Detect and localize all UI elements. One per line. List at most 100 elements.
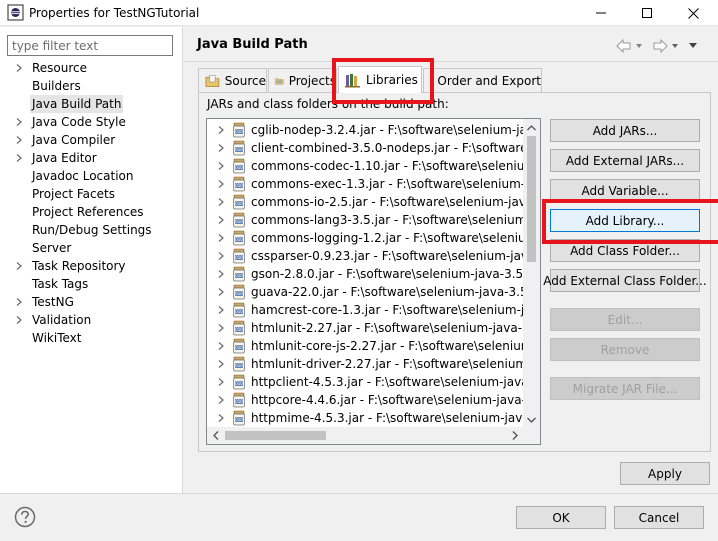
list-item[interactable]: 010 client-combined-3.5.0-nodeps.jar - F:… — [207, 139, 525, 157]
nav-item[interactable]: Project Facets — [0, 185, 182, 203]
chevron-right-icon[interactable] — [216, 269, 226, 279]
nav-item[interactable]: Java Compiler — [0, 131, 182, 149]
chevron-right-icon[interactable] — [216, 179, 226, 189]
remove-button[interactable]: Remove — [550, 338, 700, 361]
chevron-right-icon[interactable] — [14, 117, 24, 127]
vertical-scroll-thumb[interactable] — [527, 136, 536, 262]
chevron-right-icon[interactable] — [14, 297, 24, 307]
cancel-button[interactable]: Cancel — [614, 506, 704, 529]
back-arrow-icon[interactable] — [616, 39, 631, 53]
list-item[interactable]: 010 httpcore-4.4.6.jar - F:\software\sele… — [207, 391, 525, 409]
scroll-left-button[interactable] — [207, 427, 224, 444]
chevron-right-icon[interactable] — [14, 153, 24, 163]
horizontal-scroll-thumb[interactable] — [225, 431, 326, 440]
chevron-right-icon[interactable] — [216, 413, 226, 423]
add-external-jars-button[interactable]: Add External JARs... — [550, 149, 700, 172]
list-item[interactable]: 010 httpmime-4.5.3.jar - F:\software\sele… — [207, 409, 525, 427]
list-item[interactable]: 010 htmlunit-2.27.jar - F:\software\selen… — [207, 319, 525, 337]
list-item[interactable]: 010 cssparser-0.9.23.jar - F:\software\se… — [207, 247, 525, 265]
list-item[interactable]: 010 commons-logging-1.2.jar - F:\software… — [207, 229, 525, 247]
list-item[interactable]: 010 guava-22.0.jar - F:\software\selenium… — [207, 283, 525, 301]
svg-text:010: 010 — [235, 327, 243, 332]
list-item[interactable]: 010 cglib-nodep-3.2.4.jar - F:\software\s… — [207, 121, 525, 139]
nav-item[interactable]: WikiText — [0, 329, 182, 347]
nav-item-label: Java Editor — [32, 151, 97, 165]
nav-item[interactable]: TestNG — [0, 293, 182, 311]
help-icon[interactable] — [14, 506, 36, 528]
chevron-right-icon[interactable] — [216, 197, 226, 207]
nav-item[interactable]: Javadoc Location — [0, 167, 182, 185]
nav-item[interactable]: Server — [0, 239, 182, 257]
add-jars-button[interactable]: Add JARs... — [550, 119, 700, 142]
scroll-right-button[interactable] — [506, 427, 523, 444]
maximize-button[interactable] — [624, 0, 670, 26]
minimize-button[interactable] — [578, 0, 624, 26]
nav-item[interactable]: Task Tags — [0, 275, 182, 293]
horizontal-scrollbar[interactable] — [207, 427, 540, 444]
chevron-right-icon[interactable] — [14, 261, 24, 271]
svg-text:010: 010 — [235, 309, 243, 314]
list-item[interactable]: 010 gson-2.8.0.jar - F:\software\selenium… — [207, 265, 525, 283]
add-class-folder-button[interactable]: Add Class Folder... — [550, 239, 700, 262]
vertical-scrollbar[interactable] — [523, 119, 540, 428]
list-item[interactable]: 010 commons-codec-1.10.jar - F:\software\… — [207, 157, 525, 175]
tab-libraries[interactable]: Libraries — [338, 66, 422, 93]
filter-input[interactable] — [7, 35, 173, 56]
migrate-jar-button[interactable]: Migrate JAR File... — [550, 377, 700, 400]
chevron-right-icon[interactable] — [216, 359, 226, 369]
maximize-icon — [642, 8, 652, 18]
list-item[interactable]: 010 htmlunit-core-js-2.27.jar - F:\softwa… — [207, 337, 525, 355]
back-dropdown-icon[interactable] — [636, 44, 642, 48]
tab-projects[interactable]: Projects — [268, 68, 337, 92]
nav-item[interactable]: Resource — [0, 59, 182, 77]
list-item[interactable]: 010 commons-io-2.5.jar - F:\software\sele… — [207, 193, 525, 211]
tab-source[interactable]: Source — [198, 68, 267, 92]
forward-arrow-icon[interactable] — [653, 39, 668, 53]
list-item[interactable]: 010 commons-exec-1.3.jar - F:\software\se… — [207, 175, 525, 193]
list-item[interactable]: 010 commons-lang3-3.5.jar - F:\software\s… — [207, 211, 525, 229]
chevron-right-icon[interactable] — [216, 287, 226, 297]
page-title: Java Build Path — [197, 37, 308, 52]
scroll-down-button[interactable] — [523, 411, 540, 428]
svg-text:010: 010 — [235, 219, 243, 224]
add-external-class-folder-button[interactable]: Add External Class Folder... — [543, 269, 707, 292]
jar-label: htmlunit-driver-2.27.jar - F:\software\s… — [251, 357, 525, 371]
nav-item[interactable]: Validation — [0, 311, 182, 329]
chevron-right-icon[interactable] — [14, 135, 24, 145]
tab-order-and-export[interactable]: Order and Export — [423, 68, 542, 92]
list-item[interactable]: 010 hamcrest-core-1.3.jar - F:\software\s… — [207, 301, 525, 319]
chevron-right-icon[interactable] — [14, 315, 24, 325]
ok-button[interactable]: OK — [516, 506, 606, 529]
edit-button[interactable]: Edit... — [550, 308, 700, 331]
nav-item[interactable]: Builders — [0, 77, 182, 95]
nav-item[interactable]: Java Build Path — [0, 95, 182, 113]
list-item[interactable]: 010 httpclient-4.5.3.jar - F:\software\se… — [207, 373, 525, 391]
chevron-right-icon[interactable] — [216, 125, 226, 135]
nav-item[interactable]: Project References — [0, 203, 182, 221]
apply-button[interactable]: Apply — [620, 462, 710, 485]
add-variable-button[interactable]: Add Variable... — [550, 179, 700, 202]
chevron-right-icon[interactable] — [216, 251, 226, 261]
nav-item[interactable]: Java Code Style — [0, 113, 182, 131]
chevron-right-icon[interactable] — [216, 215, 226, 225]
chevron-right-icon[interactable] — [216, 341, 226, 351]
chevron-right-icon[interactable] — [216, 395, 226, 405]
nav-item[interactable]: Run/Debug Settings — [0, 221, 182, 239]
list-item[interactable]: 010 htmlunit-driver-2.27.jar - F:\softwar… — [207, 355, 525, 373]
chevron-right-icon[interactable] — [216, 377, 226, 387]
jar-tree[interactable]: 010 cglib-nodep-3.2.4.jar - F:\software\s… — [206, 118, 541, 445]
chevron-right-icon[interactable] — [216, 143, 226, 153]
nav-item[interactable]: Task Repository — [0, 257, 182, 275]
add-library-button[interactable]: Add Library... — [550, 209, 700, 232]
scroll-up-button[interactable] — [523, 119, 540, 136]
view-menu-icon[interactable] — [689, 43, 697, 48]
chevron-right-icon[interactable] — [216, 161, 226, 171]
nav-item[interactable]: Java Editor — [0, 149, 182, 167]
chevron-right-icon[interactable] — [216, 233, 226, 243]
chevron-right-icon[interactable] — [216, 323, 226, 333]
chevron-right-icon[interactable] — [14, 63, 24, 73]
chevron-right-icon[interactable] — [216, 305, 226, 315]
close-button[interactable] — [670, 0, 716, 26]
nav-item-label: Java Build Path — [30, 95, 124, 113]
forward-dropdown-icon[interactable] — [672, 44, 678, 48]
